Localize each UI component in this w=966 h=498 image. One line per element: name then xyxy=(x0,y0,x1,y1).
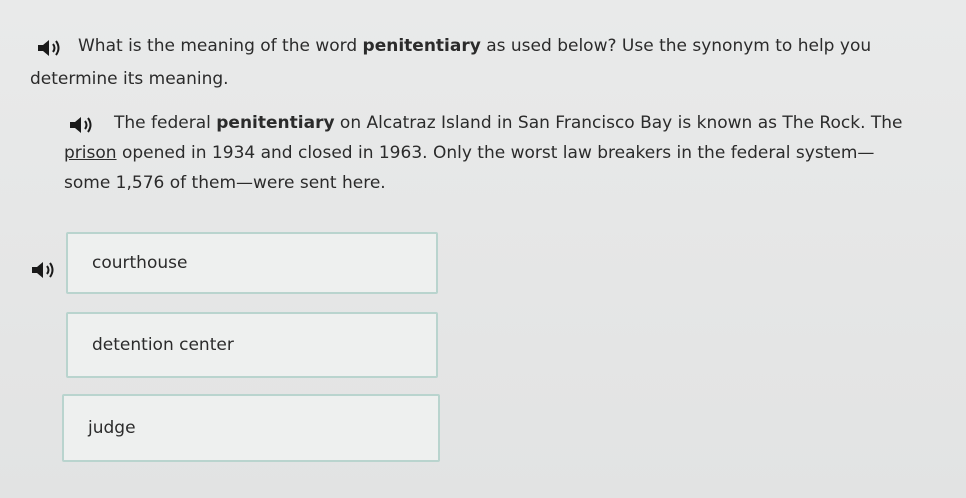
passage-part3: opened in 1934 and closed in 1963. Only … xyxy=(64,143,875,193)
passage-underlined-word: prison xyxy=(64,143,117,163)
answer-option-label: judge xyxy=(88,418,136,438)
question-text: What is the meaning of the word penitent… xyxy=(30,30,910,96)
passage-text: The federal penitentiary on Alcatraz Isl… xyxy=(64,108,904,198)
passage-keyword: penitentiary xyxy=(216,113,335,133)
answer-option-detention-center[interactable]: detention center xyxy=(66,312,438,378)
answer-option-label: courthouse xyxy=(92,253,188,273)
option-speaker-icon[interactable] xyxy=(30,259,56,281)
passage-part1: The federal xyxy=(114,113,217,133)
question-keyword: penitentiary xyxy=(362,36,481,56)
passage-part2: on Alcatraz Island in San Francisco Bay … xyxy=(334,113,903,133)
answer-option-label: detention center xyxy=(92,335,234,355)
question-prefix: What is the meaning of the word xyxy=(78,36,363,56)
answer-option-courthouse[interactable]: courthouse xyxy=(66,232,438,294)
answer-option-judge[interactable]: judge xyxy=(62,394,440,462)
